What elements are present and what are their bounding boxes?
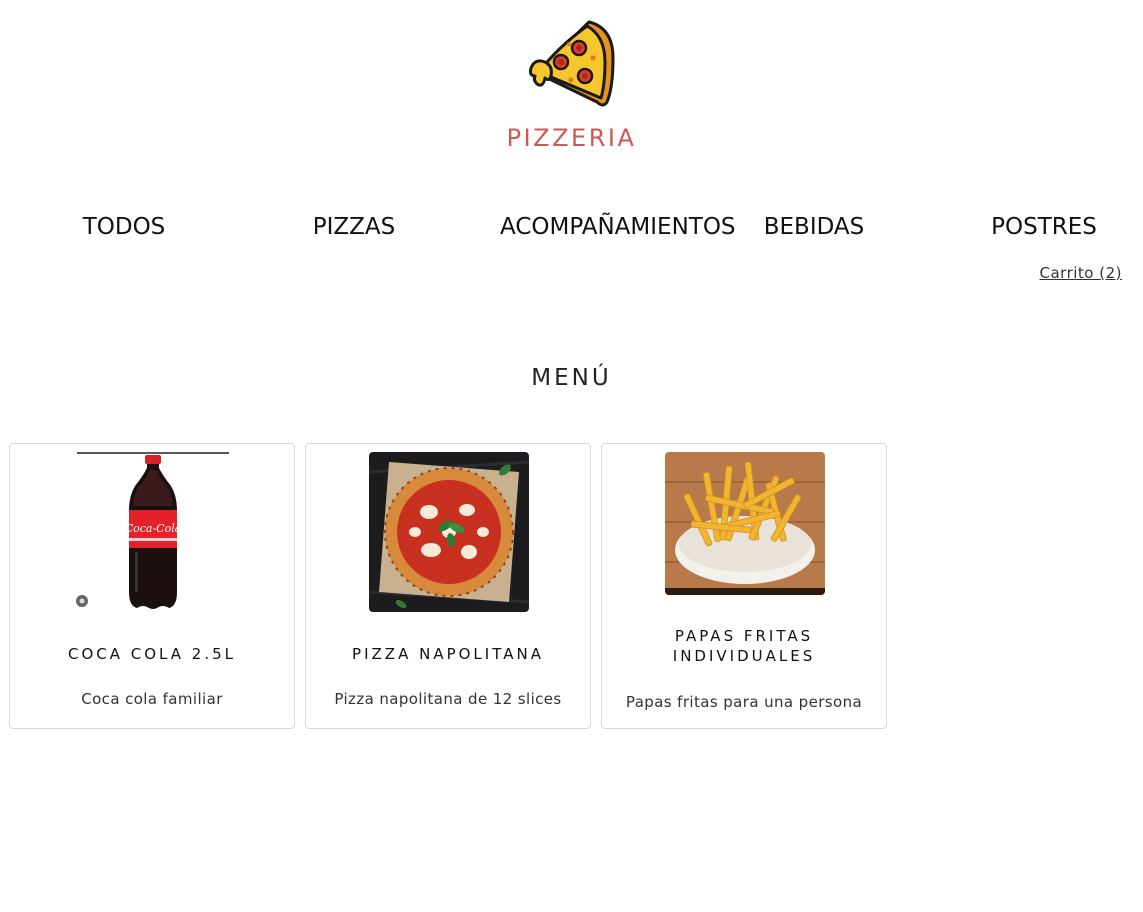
product-card[interactable]: Coca-Cola COCA COLA 2.5L Coca cola famil…: [9, 443, 295, 729]
nav-item-todos[interactable]: TODOS: [9, 214, 239, 240]
nav-item-pizzas[interactable]: PIZZAS: [239, 214, 469, 240]
product-description: Papas fritas para una persona: [625, 693, 863, 711]
product-name: PIZZA NAPOLITANA: [352, 645, 544, 663]
product-description: Pizza napolitana de 12 slices: [334, 690, 562, 708]
cart-link[interactable]: Carrito (2): [1040, 264, 1122, 282]
product-name: COCA COLA 2.5L: [67, 645, 236, 663]
pizza-image: [369, 452, 529, 612]
product-card[interactable]: PAPAS FRITAS INDIVIDUALES Papas fritas p…: [601, 443, 887, 729]
french-fries-image: [665, 452, 825, 595]
svg-text:Coca-Cola: Coca-Cola: [125, 522, 182, 535]
brand-name: PIZZERIA: [506, 124, 637, 152]
section-title: MENÚ: [531, 365, 612, 391]
product-name: PAPAS FRITAS INDIVIDUALES: [672, 627, 816, 665]
nav-item-acompanamientos[interactable]: ACOMPAÑAMIENTOS: [500, 214, 736, 240]
pizza-slice-icon: [527, 18, 617, 108]
product-description: Coca cola familiar: [81, 690, 223, 708]
nav-item-bebidas[interactable]: BEBIDAS: [699, 214, 929, 240]
nav-item-postres[interactable]: POSTRES: [929, 214, 1143, 240]
product-card[interactable]: PIZZA NAPOLITANA Pizza napolitana de 12 …: [305, 443, 591, 729]
page: PIZZERIA TODOS PIZZAS ACOMPAÑAMIENTOS BE…: [0, 0, 1143, 912]
cola-bottle-image: Coca-Cola: [73, 452, 233, 612]
